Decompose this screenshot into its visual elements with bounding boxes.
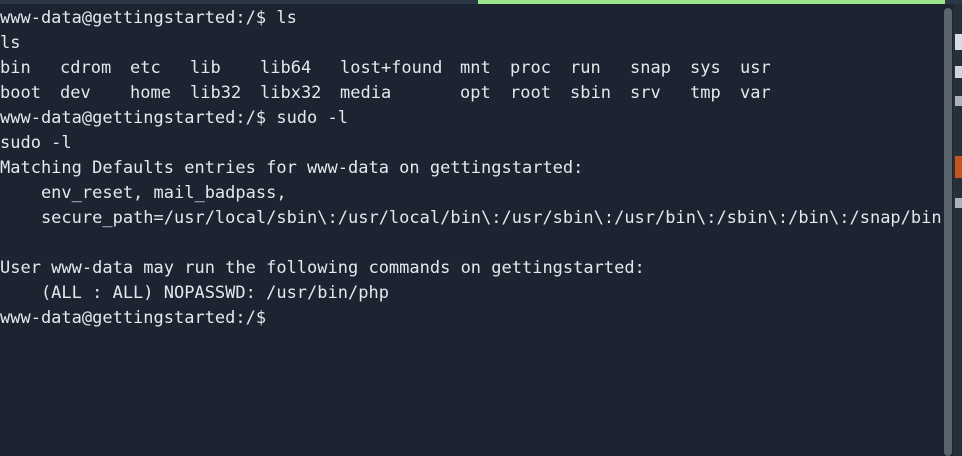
scrollbar-thumb[interactable] bbox=[944, 8, 952, 456]
ls-entry: var bbox=[740, 83, 771, 103]
terminal-line-current-prompt[interactable]: www-data@gettingstarted:/$ bbox=[0, 306, 942, 331]
ls-entry: mnt bbox=[460, 58, 491, 78]
ls-entry: dev bbox=[60, 83, 91, 103]
ls-entry: libx32 bbox=[260, 83, 322, 103]
side-panel-icon bbox=[955, 198, 962, 208]
terminal-line-echo-ls: ls bbox=[0, 33, 21, 53]
ls-entry: opt bbox=[460, 83, 491, 103]
ls-entry: cdrom bbox=[60, 58, 112, 78]
ls-entry: snap bbox=[630, 58, 671, 78]
ls-entry: etc bbox=[130, 58, 161, 78]
side-panel-icon bbox=[955, 96, 962, 106]
terminal-line-echo-sudo: sudo -l bbox=[0, 133, 72, 153]
ls-entry: bin bbox=[0, 58, 31, 78]
ls-entry: boot bbox=[0, 83, 41, 103]
ls-entry: lib32 bbox=[190, 83, 242, 103]
ls-output-row-1: bin cdrom etc lib lib64 lost+found mnt p… bbox=[0, 56, 942, 81]
terminal-line-user-may-run: User www-data may run the following comm… bbox=[0, 258, 645, 278]
ls-entry: root bbox=[510, 83, 551, 103]
ls-entry: proc bbox=[510, 58, 551, 78]
ls-entry: sbin bbox=[570, 83, 611, 103]
terminal-line-env-reset: env_reset, mail_badpass, bbox=[0, 183, 287, 203]
side-panel-icon bbox=[955, 34, 962, 50]
ls-entry: usr bbox=[740, 58, 771, 78]
terminal-line-matching-defaults: Matching Defaults entries for www-data o… bbox=[0, 158, 584, 178]
ls-entry: run bbox=[570, 58, 601, 78]
terminal-output[interactable]: www-data@gettingstarted:/$ ls ls bin cdr… bbox=[0, 6, 942, 456]
ls-entry: sys bbox=[690, 58, 721, 78]
ls-entry: media bbox=[340, 83, 392, 103]
ls-entry: srv bbox=[630, 83, 661, 103]
ls-entry: lib bbox=[190, 58, 221, 78]
ls-entry: tmp bbox=[690, 83, 721, 103]
ls-entry: home bbox=[130, 83, 171, 103]
terminal-line-prompt-sudo: www-data@gettingstarted:/$ sudo -l bbox=[0, 108, 348, 128]
ls-entry: lost+found bbox=[340, 58, 443, 78]
ls-output-row-2: boot dev home lib32 libx32 media opt roo… bbox=[0, 81, 942, 106]
terminal-line-nopasswd: (ALL : ALL) NOPASSWD: /usr/bin/php bbox=[0, 283, 389, 303]
ls-entry: lib64 bbox=[260, 58, 312, 78]
terminal-line-secure-path: secure_path=/usr/local/sbin\:/usr/local/… bbox=[0, 208, 942, 228]
terminal-line-prompt-ls: www-data@gettingstarted:/$ ls bbox=[0, 8, 297, 28]
side-panel-icon bbox=[955, 66, 962, 78]
active-pane-indicator bbox=[478, 0, 945, 4]
side-panel-highlight bbox=[955, 156, 962, 178]
